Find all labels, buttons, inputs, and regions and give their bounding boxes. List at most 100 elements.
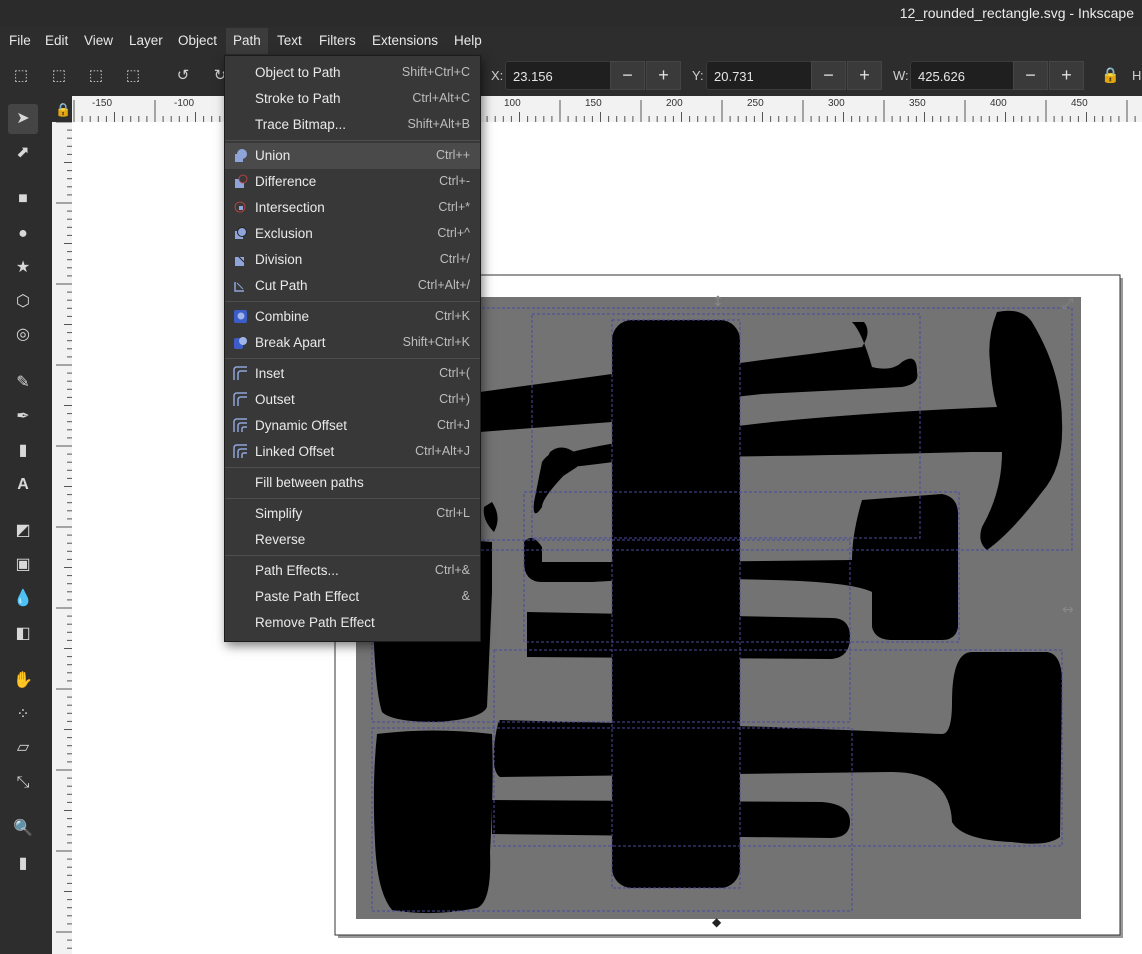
menu-item-outset[interactable]: Outset Ctrl+)	[225, 387, 480, 413]
title-bar: 12_rounded_rectangle.svg - Inkscape	[0, 0, 1142, 26]
menu-item-reverse[interactable]: Reverse	[225, 527, 480, 553]
menu-item-break-apart[interactable]: Break Apart Shift+Ctrl+K	[225, 330, 480, 356]
h-label: H	[1132, 68, 1142, 83]
w-label: W:	[893, 68, 909, 83]
menu-file[interactable]: File	[9, 28, 31, 54]
scale-handle-right-icon[interactable]: ↔	[1062, 602, 1074, 618]
menu-item-paste-path-effect[interactable]: Paste Path Effect &	[225, 584, 480, 610]
ruler-label: -100	[174, 98, 195, 109]
ruler-label: 300	[828, 98, 845, 109]
menu-item-difference[interactable]: Difference Ctrl+-	[225, 169, 480, 195]
menu-help[interactable]: Help	[454, 28, 482, 54]
menu-item-combine[interactable]: Combine Ctrl+K	[225, 304, 480, 330]
select-same-icon[interactable]: ⬚	[125, 68, 141, 84]
text-tool-icon[interactable]: A	[12, 474, 34, 496]
menu-item-cut-path[interactable]: Cut Path Ctrl+Alt+/	[225, 273, 480, 299]
mesh-tool-icon[interactable]: ▣	[12, 554, 34, 576]
x-label: X:	[491, 68, 504, 83]
ellipse-tool-icon[interactable]: ●	[12, 223, 34, 245]
menu-item-dynamic-offset[interactable]: Dynamic Offset Ctrl+J	[225, 413, 480, 439]
path-menu-dropdown: Object to Path Shift+Ctrl+C Stroke to Pa…	[224, 55, 481, 642]
select-all-layers-icon[interactable]: ⬚	[51, 68, 67, 84]
select-all-icon[interactable]: ⬚	[13, 68, 29, 84]
menu-item-simplify[interactable]: Simplify Ctrl+L	[225, 501, 480, 527]
w-increment-button[interactable]: +	[1049, 61, 1084, 90]
w-input[interactable]: 425.626	[910, 61, 1014, 90]
menu-extensions[interactable]: Extensions	[372, 28, 438, 54]
menu-item-trace-bitmap[interactable]: Trace Bitmap... Shift+Alt+B	[225, 112, 480, 138]
guide-lock-icon[interactable]: 🔒	[55, 102, 71, 118]
window-title: 12_rounded_rectangle.svg - Inkscape	[899, 5, 1134, 21]
pen-tool-icon[interactable]: ✒	[12, 406, 34, 428]
menu-separator	[225, 301, 480, 302]
pencil-tool-icon[interactable]: ✎	[12, 372, 34, 394]
toolbox: ➤ ⬈ ■ ● ★ ⬡ ◎ ✎ ✒ ▮ A ◩ ▣ 💧 ◧ ✋ ⁘ ▱ ⤡ 🔍 …	[0, 96, 52, 954]
menu-item-fill-between-paths[interactable]: Fill between paths	[225, 470, 480, 496]
star-tool-icon[interactable]: ★	[12, 257, 34, 279]
menu-filters[interactable]: Filters	[319, 28, 356, 54]
rounded-rectangle[interactable]	[612, 320, 740, 888]
paint-bucket-tool-icon[interactable]: ◧	[12, 623, 34, 645]
calligraphy-tool-icon[interactable]: ▮	[12, 440, 34, 462]
menu-item-exclusion[interactable]: Exclusion Ctrl+^	[225, 221, 480, 247]
menu-path[interactable]: Path	[226, 28, 268, 54]
lock-ratio-icon[interactable]: 🔒	[1101, 68, 1120, 84]
connector-tool-icon[interactable]: ⤡	[12, 772, 34, 794]
union-icon	[235, 149, 247, 162]
ruler-label: 200	[666, 98, 683, 109]
measure-tool-icon[interactable]: ▮	[12, 853, 34, 875]
ruler-label: 350	[909, 98, 926, 109]
vertical-ruler[interactable]	[52, 122, 73, 954]
ruler-label: -150	[92, 98, 113, 109]
x-decrement-button[interactable]: −	[610, 61, 645, 90]
y-label: Y:	[692, 68, 704, 83]
3d-box-tool-icon[interactable]: ⬡	[12, 291, 34, 313]
menu-item-linked-offset[interactable]: Linked Offset Ctrl+Alt+J	[225, 439, 480, 465]
menu-object[interactable]: Object	[178, 28, 217, 54]
menu-separator	[225, 555, 480, 556]
combine-icon	[234, 310, 247, 323]
zoom-tool-icon[interactable]: 🔍	[12, 818, 34, 840]
ruler-label: 100	[504, 98, 521, 109]
y-decrement-button[interactable]: −	[811, 61, 846, 90]
ruler-label: 450	[1071, 98, 1088, 109]
menu-item-stroke-to-path[interactable]: Stroke to Path Ctrl+Alt+C	[225, 86, 480, 112]
menu-edit[interactable]: Edit	[45, 28, 68, 54]
w-decrement-button[interactable]: −	[1013, 61, 1048, 90]
ruler-label: 150	[585, 98, 602, 109]
menu-layer[interactable]: Layer	[129, 28, 163, 54]
tweak-tool-icon[interactable]: ✋	[12, 670, 34, 692]
spiral-tool-icon[interactable]: ◎	[12, 324, 34, 346]
rectangle-tool-icon[interactable]: ■	[12, 188, 34, 210]
x-input[interactable]: 23.156	[505, 61, 611, 90]
break-apart-icon	[234, 337, 247, 349]
node-tool-icon[interactable]: ⬈	[12, 142, 34, 164]
scale-handle-bottom-icon[interactable]: ◆	[712, 915, 722, 929]
rotate-ccw-icon[interactable]: ↺	[175, 68, 191, 84]
difference-icon	[235, 174, 248, 188]
menu-item-object-to-path[interactable]: Object to Path Shift+Ctrl+C	[225, 60, 480, 86]
spray-tool-icon[interactable]: ⁘	[12, 704, 34, 726]
menu-item-intersection[interactable]: Intersection Ctrl+*	[225, 195, 480, 221]
ruler-label: 400	[990, 98, 1007, 109]
menu-view[interactable]: View	[84, 28, 113, 54]
y-input[interactable]: 20.731	[706, 61, 812, 90]
gradient-tool-icon[interactable]: ◩	[12, 520, 34, 542]
dropper-tool-icon[interactable]: 💧	[12, 588, 34, 610]
deselect-icon[interactable]: ⬚	[88, 68, 104, 84]
eraser-tool-icon[interactable]: ▱	[12, 737, 34, 759]
menu-item-inset[interactable]: Inset Ctrl+(	[225, 361, 480, 387]
linked-offset-icon	[233, 444, 247, 458]
menu-item-union[interactable]: Union Ctrl++	[225, 143, 480, 169]
scale-handle-corner-icon[interactable]: ⤢	[1062, 296, 1073, 312]
menu-text[interactable]: Text	[277, 28, 302, 54]
menu-item-remove-path-effect[interactable]: Remove Path Effect	[225, 610, 480, 636]
hammer-6-head[interactable]	[373, 730, 493, 914]
ruler-corner: 🔒	[52, 96, 72, 122]
x-increment-button[interactable]: +	[646, 61, 681, 90]
menu-item-division[interactable]: Division Ctrl+/	[225, 247, 480, 273]
scale-handle-top-icon[interactable]: ↕	[712, 294, 724, 310]
selector-tool-icon[interactable]: ➤	[8, 104, 38, 134]
menu-item-path-effects[interactable]: Path Effects... Ctrl+&	[225, 558, 480, 584]
y-increment-button[interactable]: +	[847, 61, 882, 90]
